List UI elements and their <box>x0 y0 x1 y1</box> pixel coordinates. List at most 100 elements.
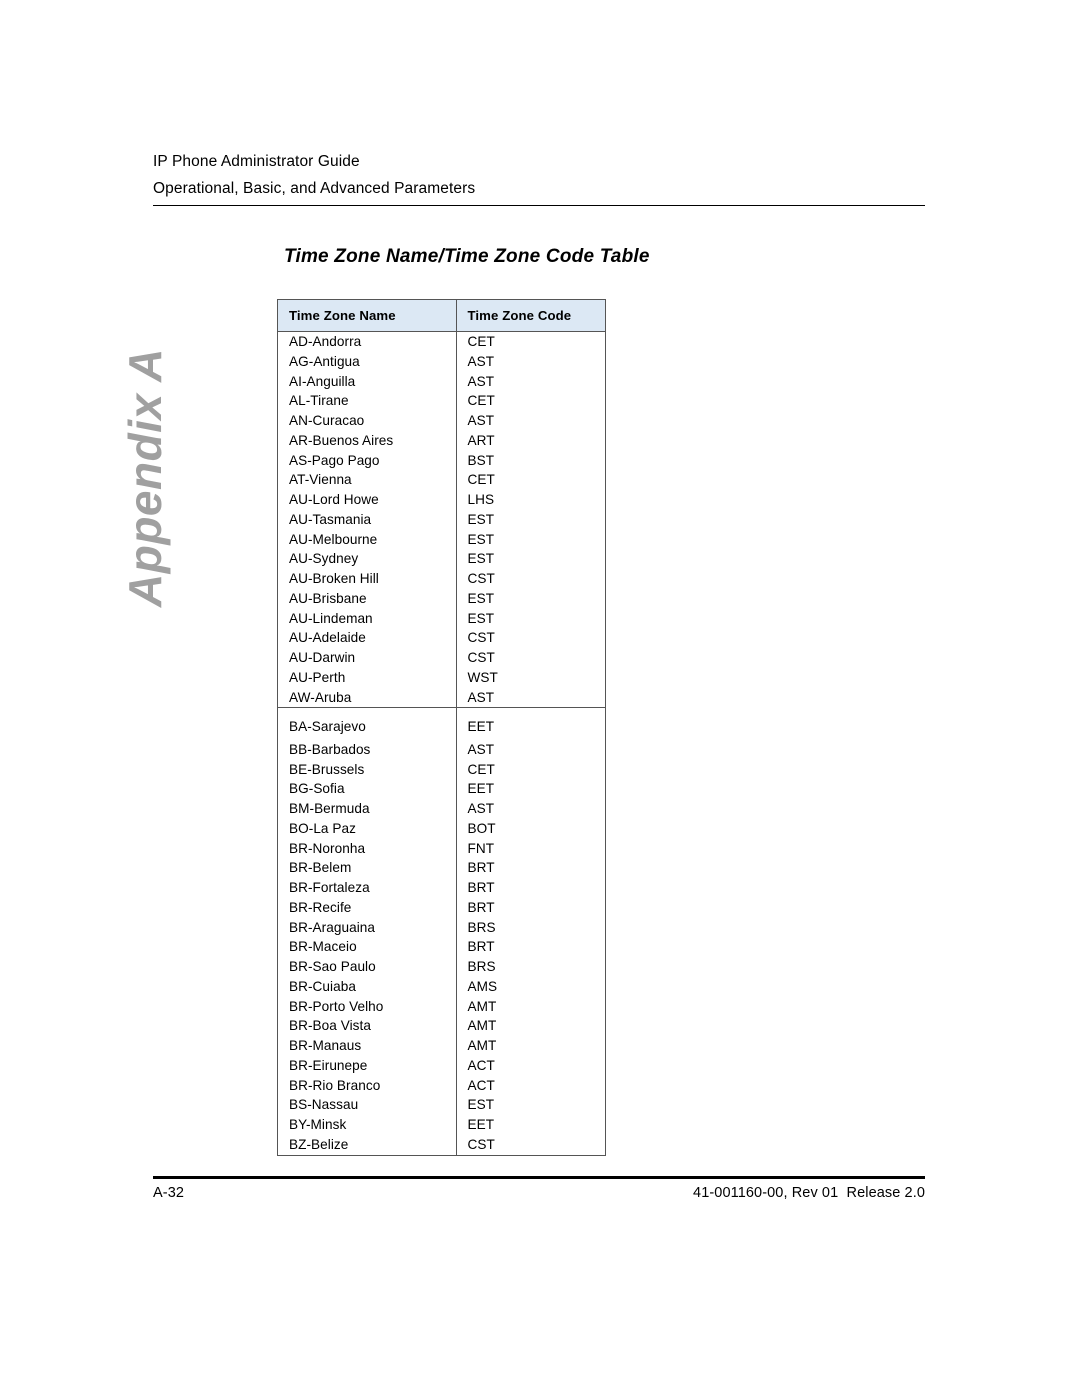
appendix-tab-label: Appendix A <box>119 348 171 607</box>
cell-time-zone-name: BE-Brussels <box>278 759 457 780</box>
cell-time-zone-name: AD-Andorra <box>278 331 457 352</box>
table-row: AU-Brisbane EST <box>278 588 605 609</box>
table-row: BO-La Paz BOT <box>278 818 605 839</box>
cell-time-zone-name: BR-Boa Vista <box>278 1016 457 1036</box>
header-section-title: Operational, Basic, and Advanced Paramet… <box>153 180 476 197</box>
cell-time-zone-name: AG-Antigua <box>278 351 457 372</box>
table-row: AU-Adelaide CST <box>278 628 605 648</box>
cell-time-zone-name: AN-Curacao <box>278 411 457 431</box>
cell-time-zone-name: BB-Barbados <box>278 739 457 760</box>
table-row: BR-Araguaina BRS <box>278 917 605 938</box>
cell-time-zone-name: BR-Maceio <box>278 937 457 957</box>
table-row: AU-Lindeman EST <box>278 608 605 629</box>
table-row: BR-Boa Vista AMT <box>278 1016 605 1036</box>
cell-time-zone-name: AS-Pago Pago <box>278 450 457 471</box>
cell-time-zone-name: BO-La Paz <box>278 818 457 839</box>
cell-time-zone-code: EET <box>467 781 495 797</box>
table-header-row: Time Zone Name Time Zone Code <box>278 300 605 332</box>
cell-time-zone-name: BR-Manaus <box>278 1036 457 1056</box>
cell-time-zone-code: AMT <box>467 1018 497 1034</box>
cell-time-zone-code: AMT <box>467 1038 497 1053</box>
cell-time-zone-code: EST <box>467 531 495 547</box>
table-row: BR-Porto Velho AMT <box>278 996 605 1017</box>
table-row: BR-Sao Paulo BRS <box>278 957 605 977</box>
table-row: AN-Curacao AST <box>278 411 605 431</box>
cell-time-zone-name: AU-Melbourne <box>278 529 457 550</box>
cell-time-zone-name: AR-Buenos Aires <box>278 430 457 451</box>
cell-time-zone-name: AU-Perth <box>278 667 457 688</box>
cell-time-zone-name: AU-Lindeman <box>278 608 457 629</box>
cell-time-zone-name: BA-Sarajevo <box>278 707 457 740</box>
cell-time-zone-name: AW-Aruba <box>278 687 457 709</box>
cell-time-zone-name: AU-Adelaide <box>278 628 457 648</box>
cell-time-zone-code: EET <box>467 719 495 735</box>
cell-time-zone-name: BS-Nassau <box>278 1095 457 1115</box>
header-guide-title: IP Phone Administrator Guide <box>153 153 360 170</box>
table-row: AI-Anguilla AST <box>278 371 605 392</box>
cell-time-zone-code: EST <box>467 551 495 567</box>
table-row: AT-Vienna CET <box>278 470 605 490</box>
table-row: AR-Buenos Aires ART <box>278 430 605 451</box>
table-row: BG-Sofia EET <box>278 779 605 799</box>
page-title: Time Zone Name/Time Zone Code Table <box>284 246 650 267</box>
cell-time-zone-name: BR-Belem <box>278 858 457 878</box>
cell-time-zone-code: AST <box>467 413 495 428</box>
cell-time-zone-code: EST <box>467 1097 495 1113</box>
cell-time-zone-name: AU-Lord Howe <box>278 490 457 510</box>
cell-time-zone-code: EST <box>467 511 495 527</box>
cell-time-zone-code: CST <box>467 630 495 646</box>
table-row: BR-Manaus AMT <box>278 1036 605 1056</box>
cell-time-zone-code: ACT <box>467 1077 495 1093</box>
cell-time-zone-code: BOT <box>467 820 496 836</box>
cell-time-zone-name: AU-Darwin <box>278 648 457 668</box>
table-row: BR-Cuiaba AMS <box>278 976 605 997</box>
cell-time-zone-code: WST <box>467 669 498 685</box>
cell-time-zone-code: AST <box>467 801 495 816</box>
table-row: BR-Noronha FNT <box>278 838 605 859</box>
cell-time-zone-code: BRT <box>467 899 495 915</box>
table-head: Time Zone Name Time Zone Code <box>278 300 605 332</box>
cell-time-zone-code: ART <box>467 432 495 448</box>
cell-time-zone-code: FNT <box>467 840 495 856</box>
table-row: AU-Tasmania EST <box>278 509 605 530</box>
table-row: AS-Pago Pago BST <box>278 450 605 471</box>
cell-time-zone-code: CET <box>467 334 495 349</box>
footer-document-id: 41-001160-00, Rev 01 Release 2.0 <box>693 1185 925 1201</box>
table-row: BM-Bermuda AST <box>278 799 605 819</box>
cell-time-zone-name: BY-Minsk <box>278 1115 457 1135</box>
table-row: AU-Sydney EST <box>278 549 605 569</box>
cell-time-zone-name: BR-Sao Paulo <box>278 957 457 977</box>
cell-time-zone-code: LHS <box>467 492 495 507</box>
cell-time-zone-name: BR-Noronha <box>278 838 457 859</box>
table-row: AU-Lord Howe LHS <box>278 490 605 510</box>
cell-time-zone-code: EET <box>467 1117 495 1132</box>
column-header-time-zone-code: Time Zone Code <box>456 300 605 332</box>
cell-time-zone-code: CST <box>467 650 495 665</box>
table-row: BR-Fortaleza BRT <box>278 878 605 898</box>
table-row: BZ-Belize CST <box>278 1134 605 1155</box>
cell-time-zone-name: BR-Araguaina <box>278 917 457 938</box>
table-row: BR-Belem BRT <box>278 858 605 878</box>
table-row: BR-Rio Branco ACT <box>278 1075 605 1096</box>
cell-time-zone-name: BR-Recife <box>278 897 457 918</box>
cell-time-zone-code: BRT <box>467 860 495 876</box>
cell-time-zone-name: BZ-Belize <box>278 1134 457 1155</box>
cell-time-zone-name: BR-Rio Branco <box>278 1075 457 1096</box>
cell-time-zone-code: BRT <box>467 880 495 895</box>
footer-divider-rule <box>153 1176 925 1179</box>
column-header-time-zone-name: Time Zone Name <box>278 300 457 332</box>
cell-time-zone-name: AL-Tirane <box>278 391 457 411</box>
cell-time-zone-name: BR-Cuiaba <box>278 976 457 997</box>
footer-page-number: A-32 <box>153 1185 185 1201</box>
cell-time-zone-name: AT-Vienna <box>278 470 457 490</box>
cell-time-zone-name: AI-Anguilla <box>278 371 457 392</box>
document-header: IP Phone Administrator Guide Operational… <box>153 148 925 202</box>
cell-time-zone-code: CET <box>467 472 495 488</box>
table-row: BB-Barbados AST <box>278 739 605 760</box>
cell-time-zone-code: AST <box>467 353 495 369</box>
header-divider-rule <box>153 205 925 206</box>
cell-time-zone-code: EST <box>467 610 495 626</box>
time-zone-table: Time Zone Name Time Zone Code AD-Andorra… <box>277 299 606 1156</box>
cell-time-zone-code: BST <box>467 452 495 468</box>
cell-time-zone-name: AU-Tasmania <box>278 509 457 530</box>
